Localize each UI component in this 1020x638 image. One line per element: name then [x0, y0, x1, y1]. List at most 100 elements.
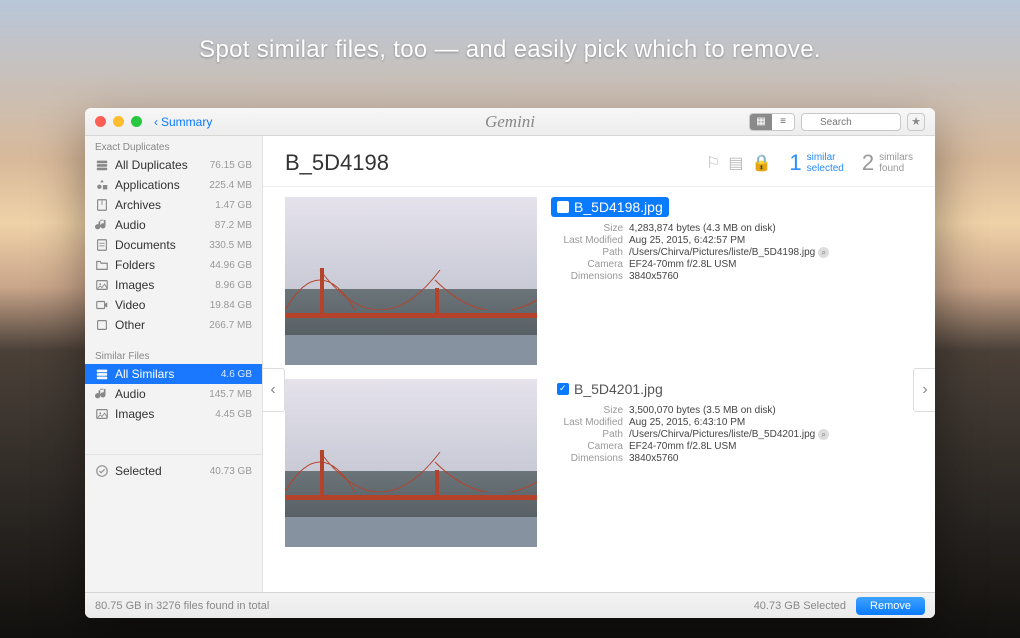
reveal-in-finder-icon[interactable]: ⌕: [818, 247, 829, 258]
sidebar-item-size: 1.47 GB: [215, 200, 252, 211]
sidebar-item-label: Archives: [115, 198, 209, 212]
image-icon: [95, 278, 109, 292]
meta-label-size: Size: [551, 223, 629, 234]
meta-label-size: Size: [551, 405, 629, 416]
file-checkbox[interactable]: [557, 201, 569, 213]
archive-icon: [95, 198, 109, 212]
zoom-icon[interactable]: [131, 116, 142, 127]
sidebar-item-audio[interactable]: Audio 87.2 MB: [85, 215, 262, 235]
sidebar-item-applications[interactable]: Applications225.4 MB: [85, 175, 262, 195]
sidebar-item-archives[interactable]: Archives 1.47 GB: [85, 195, 262, 215]
group-title: B_5D4198: [285, 150, 706, 176]
file-name: B_5D4201.jpg: [574, 381, 663, 397]
sidebar-item-all-duplicates[interactable]: All Duplicates 76.15 GB: [85, 155, 262, 175]
sidebar-item-size: 19.84 GB: [210, 300, 252, 311]
file-name: B_5D4198.jpg: [574, 199, 663, 215]
stack-icon: [95, 158, 109, 172]
file-thumbnail[interactable]: [285, 197, 537, 365]
count-selected-l2: selected: [807, 163, 844, 174]
stack-icon: [95, 367, 109, 381]
file-name-row[interactable]: B_5D4198.jpg: [551, 197, 669, 217]
folder-icon: [95, 258, 109, 272]
audio-icon: [95, 218, 109, 232]
meta-label-dimensions: Dimensions: [551, 271, 629, 282]
meta-value-size: 3,500,070 bytes (3.5 MB on disk): [629, 405, 913, 416]
meta-value-size: 4,283,874 bytes (4.3 MB on disk): [629, 223, 913, 234]
sidebar-item-label: Folders: [115, 258, 204, 272]
meta-value-path: /Users/Chirva/Pictures/liste/B_5D4201.jp…: [629, 429, 913, 440]
meta-label-dimensions: Dimensions: [551, 453, 629, 464]
marketing-headline: Spot similar files, too — and easily pic…: [0, 36, 1020, 64]
minimize-icon[interactable]: [113, 116, 124, 127]
sidebar-item-folders[interactable]: Folders 44.96 GB: [85, 255, 262, 275]
sidebar-item-label: All Similars: [115, 367, 215, 381]
sidebar-item-label: Images: [115, 407, 209, 421]
file-checkbox[interactable]: [557, 383, 569, 395]
sidebar-item-video[interactable]: Video 19.84 GB: [85, 295, 262, 315]
sidebar-item-images[interactable]: Images8.96 GB: [85, 275, 262, 295]
remove-button[interactable]: Remove: [856, 597, 925, 615]
meta-value-modified: Aug 25, 2015, 6:43:10 PM: [629, 417, 913, 428]
sidebar-item-label: Applications: [115, 178, 203, 192]
window-controls: [95, 116, 142, 127]
back-label: Summary: [161, 115, 212, 129]
list-icon: ≡: [780, 116, 786, 127]
file-details: B_5D4201.jpg Size3,500,070 bytes (3.5 MB…: [551, 379, 913, 547]
search-input[interactable]: [801, 113, 901, 131]
sidebar: Exact Duplicates All Duplicates76.15 GBA…: [85, 136, 263, 592]
file-row: B_5D4198.jpg Size4,283,874 bytes (4.3 MB…: [285, 197, 913, 365]
favorite-button[interactable]: ★: [907, 113, 925, 131]
file-row: B_5D4201.jpg Size3,500,070 bytes (3.5 MB…: [285, 379, 913, 547]
close-icon[interactable]: [95, 116, 106, 127]
file-name-row[interactable]: B_5D4201.jpg: [551, 379, 669, 399]
sidebar-item-other[interactable]: Other266.7 MB: [85, 315, 262, 335]
app-icon: [95, 178, 109, 192]
sidebar-item-size: 44.96 GB: [210, 260, 252, 271]
next-button[interactable]: ›: [913, 368, 935, 412]
sidebar-item-label: Selected: [115, 464, 204, 478]
meta-value-dimensions: 3840x5760: [629, 453, 913, 464]
status-total: 80.75 GB in 3276 files found in total: [95, 600, 269, 612]
sidebar-item-size: 87.2 MB: [215, 220, 252, 231]
reveal-in-finder-icon[interactable]: ⌕: [818, 429, 829, 440]
status-selected: 40.73 GB Selected: [754, 600, 846, 612]
meta-label-path: Path: [551, 247, 629, 258]
meta-value-modified: Aug 25, 2015, 6:42:57 PM: [629, 235, 913, 246]
list-view-button[interactable]: ≡: [772, 114, 794, 130]
chevron-left-icon: ‹: [154, 115, 158, 129]
search-wrap: [801, 112, 901, 132]
meta-label-camera: Camera: [551, 441, 629, 452]
sidebar-item-label: Other: [115, 318, 203, 332]
meta-value-camera: EF24-70mm f/2.8L USM: [629, 259, 913, 270]
sidebar-item-size: 40.73 GB: [210, 466, 252, 477]
detail-header: B_5D4198 ⚐ ▤ 🔒 1 similarselected 2 simil…: [263, 136, 935, 187]
meta-label-path: Path: [551, 429, 629, 440]
count-found-num: 2: [862, 150, 874, 176]
count-found-l1: similars: [879, 152, 913, 163]
sidebar-item-size: 76.15 GB: [210, 160, 252, 171]
video-icon: [95, 298, 109, 312]
sidebar-item-images[interactable]: Images4.45 GB: [85, 404, 262, 424]
other-icon: [95, 318, 109, 332]
sidebar-item-label: Documents: [115, 238, 203, 252]
main-panel: B_5D4198 ⚐ ▤ 🔒 1 similarselected 2 simil…: [263, 136, 935, 592]
sidebar-item-audio[interactable]: Audio145.7 MB: [85, 384, 262, 404]
back-button[interactable]: ‹ Summary: [154, 115, 212, 129]
columns-icon[interactable]: ▤: [728, 153, 743, 173]
grid-view-button[interactable]: ▦: [750, 114, 772, 130]
file-thumbnail[interactable]: [285, 379, 537, 547]
tag-icon[interactable]: ⚐: [706, 153, 720, 173]
sidebar-item-label: All Duplicates: [115, 158, 204, 172]
file-details: B_5D4198.jpg Size4,283,874 bytes (4.3 MB…: [551, 197, 913, 365]
status-bar: 80.75 GB in 3276 files found in total 40…: [85, 592, 935, 618]
lock-icon[interactable]: 🔒: [751, 153, 771, 173]
sidebar-item-label: Video: [115, 298, 204, 312]
image-icon: [95, 407, 109, 421]
sidebar-item-all-similars[interactable]: All Similars4.6 GB: [85, 364, 262, 384]
titlebar: ‹ Summary Gemini ▦ ≡ ★: [85, 108, 935, 136]
prev-button[interactable]: ‹: [263, 368, 285, 412]
sidebar-item-size: 8.96 GB: [215, 280, 252, 291]
sidebar-item-selected[interactable]: Selected 40.73 GB: [85, 461, 262, 481]
sidebar-item-documents[interactable]: Documents330.5 MB: [85, 235, 262, 255]
sidebar-item-label: Audio: [115, 218, 209, 232]
